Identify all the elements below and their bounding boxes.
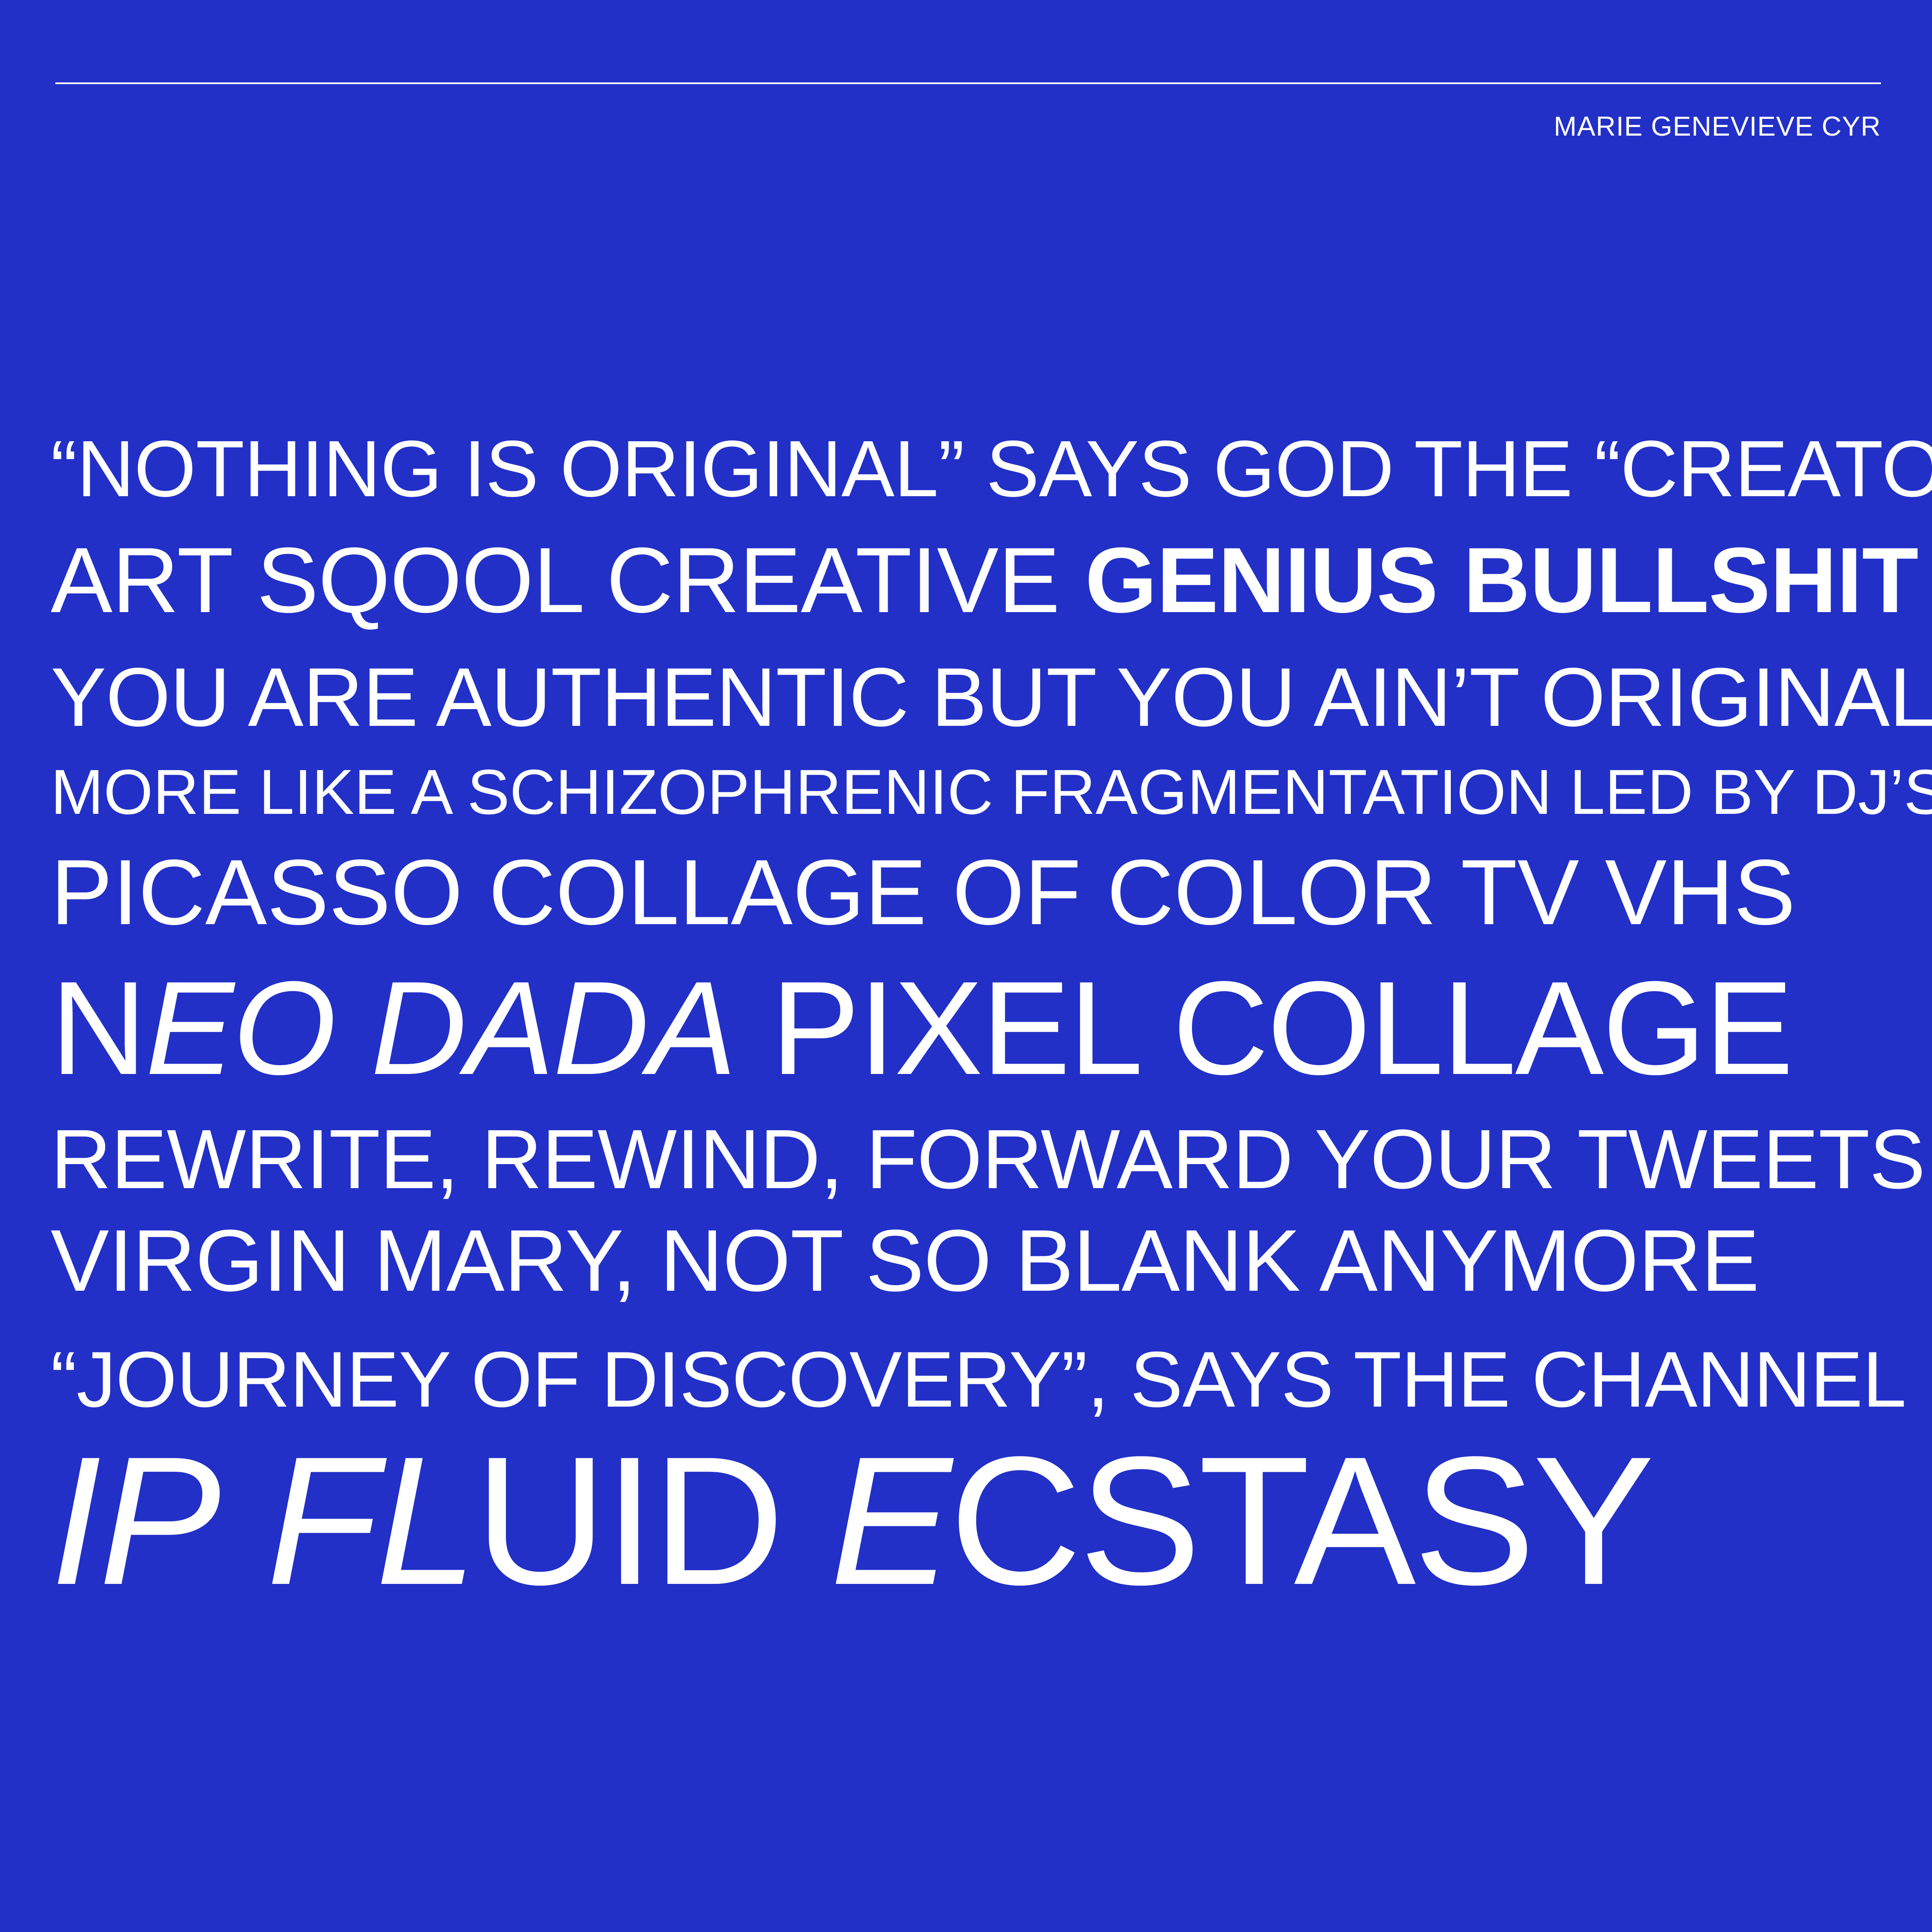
poem-line-6: NEO DADA PIXEL COLLAGE [51, 961, 1793, 1095]
poem-line-8-text: VIRGIN MARY, NOT SO BLANK ANYMORE [51, 1212, 1759, 1310]
poem-line-4: MORE LIKE A SCHIZOPHRENIC FRAGMENTATION … [51, 761, 1932, 824]
poem-line-9-text: “JOURNEY OF DISCOVERY”, SAYS THE CHANNEL [51, 1335, 1906, 1423]
poem-line-10-part-3: FL [266, 1419, 477, 1623]
poem-line-5-text: PICASSO COLLAGE OF COLOR TV VHS [51, 840, 1796, 944]
poem-line-10: IP FLUID ECSTASY [51, 1429, 1655, 1612]
poem-line-10-part-1: IP [51, 1419, 221, 1623]
poem-line-6-part-4: PIXEL COLLAGE [735, 953, 1793, 1102]
poem-line-9: “JOURNEY OF DISCOVERY”, SAYS THE CHANNEL [51, 1340, 1906, 1419]
poem-line-4-text: MORE LIKE A SCHIZOPHRENIC FRAGMENTATION … [51, 757, 1932, 828]
top-rule [55, 82, 1881, 84]
poem-line-1-text: “NOTHING IS ORIGINAL” SAYS GOD THE “CREA… [51, 425, 1932, 513]
poem-line-1: “NOTHING IS ORIGINAL” SAYS GOD THE “CREA… [51, 429, 1932, 509]
poem-line-7-text: REWRITE, REWIND, FORWARD YOUR TWEETS [51, 1112, 1926, 1206]
poem-line-6-part-1: N [51, 953, 147, 1102]
poem-line-5: PICASSO COLLAGE OF COLOR TV VHS [51, 846, 1796, 938]
poem-line-6-part-2: EO [145, 953, 337, 1102]
poem-line-2-text: ART SQOOL CREATIVE [51, 528, 1085, 632]
author-name: MARIE GENEVIEVE CYR [1553, 111, 1881, 142]
poem-line-7: REWRITE, REWIND, FORWARD YOUR TWEETS [51, 1117, 1926, 1201]
poem-line-2-emphasis: GENIUS BULLSHIT [1085, 528, 1919, 632]
poem-line-10-part-2 [218, 1419, 267, 1623]
poem-line-3: YOU ARE AUTHENTIC BUT YOU AIN’T ORIGINAL [51, 656, 1932, 739]
poem-line-6-part-3: DADA [335, 953, 737, 1102]
poem-line-2: ART SQOOL CREATIVE GENIUS BULLSHIT [51, 534, 1919, 626]
poster: { "colors": { "background": "#2230c8", "… [0, 0, 1932, 1932]
poem-line-10-part-6: CSTASY [949, 1419, 1655, 1623]
poem-line-10-part-4: UID [475, 1419, 830, 1623]
poem-line-10-part-5: E [830, 1419, 952, 1623]
poem-line-8: VIRGIN MARY, NOT SO BLANK ANYMORE [51, 1217, 1759, 1304]
poem-line-3-text: YOU ARE AUTHENTIC BUT YOU AIN’T ORIGINAL [51, 651, 1932, 744]
